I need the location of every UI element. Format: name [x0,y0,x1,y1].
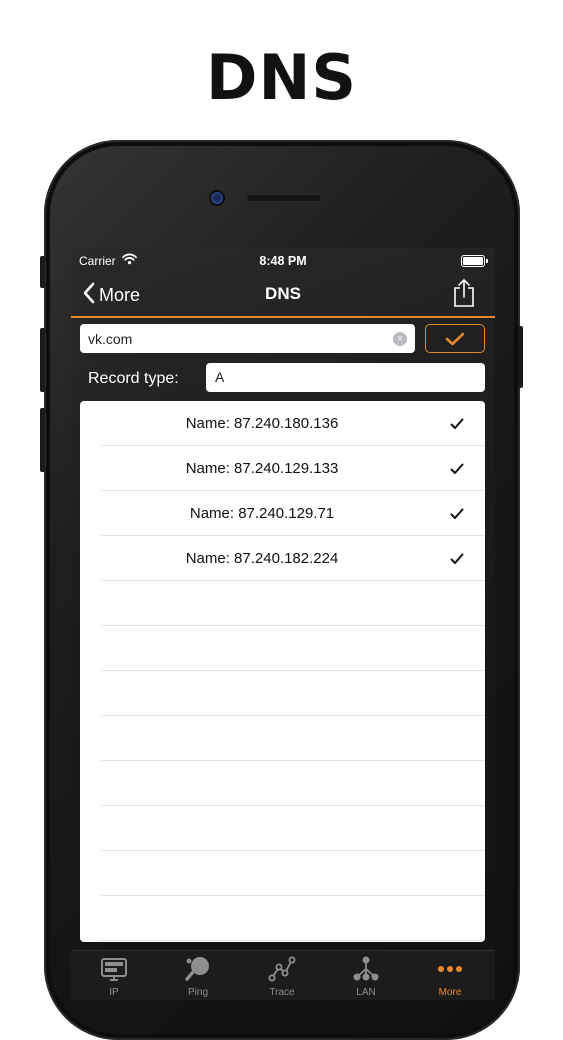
tab-bar: IP Ping Trace LAN More [71,950,495,1000]
host-field[interactable]: × [80,324,415,353]
phone-volume-up [40,328,45,392]
share-button[interactable] [453,278,475,313]
earpiece-speaker [246,194,322,202]
lookup-button[interactable] [425,324,485,353]
empty-row [80,671,485,716]
table-row[interactable]: Name: 87.240.182.224 [80,536,485,581]
empty-row [80,896,485,941]
app-screen: Carrier 8:48 PM More DNS × [71,248,495,1000]
tab-label: More [438,987,462,998]
phone-volume-down [40,408,45,472]
check-icon [450,417,464,435]
tab-trace[interactable]: Trace [240,951,324,1000]
share-icon [454,279,474,307]
status-bar: Carrier 8:48 PM [71,248,495,274]
more-dots-icon [438,966,462,972]
host-input[interactable] [88,324,388,353]
tab-more[interactable]: More [408,951,492,1000]
checkmark-icon [445,332,465,345]
ping-pong-icon [185,957,209,981]
front-camera [211,192,223,204]
empty-row [80,716,485,761]
record-type-label: Record type: [88,370,179,387]
table-row[interactable]: Name: 87.240.129.71 [80,491,485,536]
tab-ping[interactable]: Ping [156,951,240,1000]
back-button[interactable]: More [83,280,140,310]
empty-row [80,761,485,806]
lan-icon [353,956,379,981]
battery-icon [461,255,488,267]
tab-label: Ping [187,987,208,998]
table-row[interactable]: Name: 87.240.129.133 [80,446,485,491]
empty-row [80,851,485,896]
phone-side-button [40,256,45,288]
check-icon [450,507,464,525]
clear-icon[interactable]: × [393,332,407,346]
result-name: Name: 87.240.129.133 [185,460,339,477]
tab-label: Trace [269,987,295,998]
monitor-icon [101,958,127,981]
result-name: Name: 87.240.182.224 [185,550,339,567]
empty-row [80,806,485,851]
empty-row [80,581,485,626]
row-divider [101,940,485,941]
result-name: Name: 87.240.180.136 [185,415,339,432]
table-row[interactable]: Name: 87.240.180.136 [80,401,485,446]
results-table: Name: 87.240.180.136 Name: 87.240.129.13… [80,401,485,942]
empty-row [80,626,485,671]
result-name: Name: 87.240.129.71 [189,505,335,522]
status-time: 8:48 PM [259,254,307,268]
trace-icon [268,956,296,982]
tab-lan[interactable]: LAN [324,951,408,1000]
check-icon [450,552,464,570]
promo-title: DNS [205,41,357,114]
record-type-value: A [215,369,225,385]
navigation-bar: More DNS [71,274,495,318]
back-button-label: More [99,284,141,305]
tab-ip[interactable]: IP [72,951,156,1000]
tab-label: LAN [356,987,376,998]
phone-power-button [518,326,523,388]
check-icon [450,462,464,480]
chevron-left-icon [83,282,95,309]
tab-label: IP [109,987,119,998]
record-type-field[interactable]: A [206,363,485,392]
